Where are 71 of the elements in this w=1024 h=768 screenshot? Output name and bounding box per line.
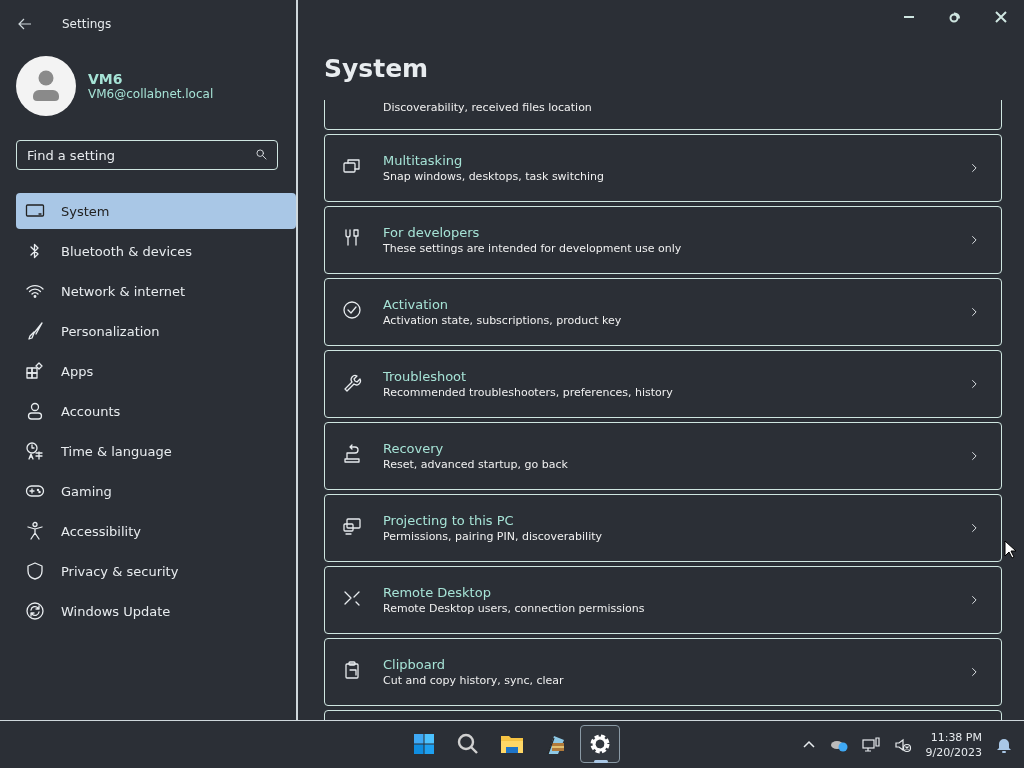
card-title: Remote Desktop xyxy=(383,585,492,600)
nav-item[interactable]: Network & internet xyxy=(16,273,296,309)
clock-date[interactable]: 9/20/2023 xyxy=(925,744,982,760)
nav-item[interactable]: Personalization xyxy=(16,313,296,349)
card-description: Remote Desktop users, connection permissions xyxy=(383,602,646,615)
nav-item[interactable]: Accounts xyxy=(16,393,296,429)
card-description: Discoverability, received files location xyxy=(383,101,593,114)
taskbar-app[interactable] xyxy=(580,725,620,763)
card-description: Snap windows, desktops, task switching xyxy=(383,170,605,183)
tools-icon xyxy=(342,228,362,248)
archive-app-icon xyxy=(547,736,564,755)
card-description: Cut and copy history, sync, clear xyxy=(383,674,565,687)
person-icon xyxy=(25,401,45,421)
restore-icon xyxy=(949,11,961,23)
settings-card[interactable]: Projecting to this PC Permissions, pairing PIN, discoverability xyxy=(324,494,1002,562)
card-title: Clipboard xyxy=(383,657,447,672)
accessibility-icon xyxy=(25,521,45,541)
settings-card[interactable]: Multitasking Snap windows, desktops, task switching xyxy=(324,134,1002,202)
nav-item[interactable]: Time & language xyxy=(16,433,296,469)
card-title: Activation xyxy=(383,297,450,312)
card-description: Activation state, subscriptions, product key xyxy=(383,314,623,327)
card-title: Troubleshoot xyxy=(383,369,468,384)
sync-icon xyxy=(25,601,45,621)
windows-icon xyxy=(342,156,362,176)
settings-card[interactable]: Recovery Reset, advanced startup, go back xyxy=(324,422,1002,490)
card-title: Recovery xyxy=(383,441,445,456)
settings-card[interactable]: Clipboard Cut and copy history, sync, clear xyxy=(324,638,1002,706)
card-description: These settings are intended for development use only xyxy=(383,242,683,255)
windows-logo-icon xyxy=(414,734,434,754)
nav-item[interactable]: Accessibility xyxy=(16,513,296,549)
window-title: Settings xyxy=(62,17,112,31)
settings-card[interactable]: Troubleshoot Recommended troubleshooters, preferences, history xyxy=(324,350,1002,418)
card-title: For developers xyxy=(383,225,481,240)
close-icon xyxy=(995,11,1007,23)
clock-language-icon xyxy=(25,441,45,461)
shield-icon xyxy=(25,561,45,581)
user-email: VM6@collabnet.local xyxy=(88,87,214,101)
settings-card[interactable]: Activation Activation state, subscriptions, product key xyxy=(324,278,1002,346)
clock-time[interactable]: 11:38 PM xyxy=(930,729,982,745)
search-icon xyxy=(255,148,268,161)
settings-card[interactable]: Discoverability, received files location xyxy=(324,100,1002,130)
card-description: Recommended troubleshooters, preferences, history xyxy=(383,386,674,399)
nav-item[interactable]: Windows Update xyxy=(16,593,296,629)
nav-item[interactable]: Privacy & security xyxy=(16,553,296,589)
nav-item[interactable]: Bluetooth & devices xyxy=(16,233,296,269)
avatar xyxy=(16,56,76,116)
pointer-icon xyxy=(1004,540,1016,559)
page-title: System xyxy=(324,54,430,85)
search-field[interactable]: Find a setting xyxy=(16,140,278,170)
user-name: VM6 xyxy=(88,71,124,87)
check-circle-icon xyxy=(342,300,362,320)
recovery-icon xyxy=(342,444,362,464)
search-icon xyxy=(457,733,478,754)
settings-card[interactable]: Remote Desktop Remote Desktop users, connection permissions xyxy=(324,566,1002,634)
settings-card[interactable]: For developers These settings are intended for development use only xyxy=(324,206,1002,274)
screens-icon xyxy=(342,516,362,536)
gear-icon xyxy=(590,734,610,754)
network-icon[interactable] xyxy=(861,736,880,753)
folder-icon xyxy=(501,736,523,753)
apps-icon xyxy=(25,361,45,381)
card-description: Permissions, pairing PIN, discoverability xyxy=(383,530,604,543)
card-title: Multitasking xyxy=(383,153,464,168)
nav-item[interactable]: Gaming xyxy=(16,473,296,509)
nav-item[interactable]: Apps xyxy=(16,353,296,389)
speaker-muted-icon[interactable] xyxy=(893,736,912,753)
brush-icon xyxy=(25,321,45,341)
card-title: Projecting to this PC xyxy=(383,513,515,528)
wrench-icon xyxy=(342,372,362,392)
nav-item[interactable]: System xyxy=(16,193,296,229)
card-description: Reset, advanced startup, go back xyxy=(383,458,569,471)
clipboard-icon xyxy=(342,660,362,680)
